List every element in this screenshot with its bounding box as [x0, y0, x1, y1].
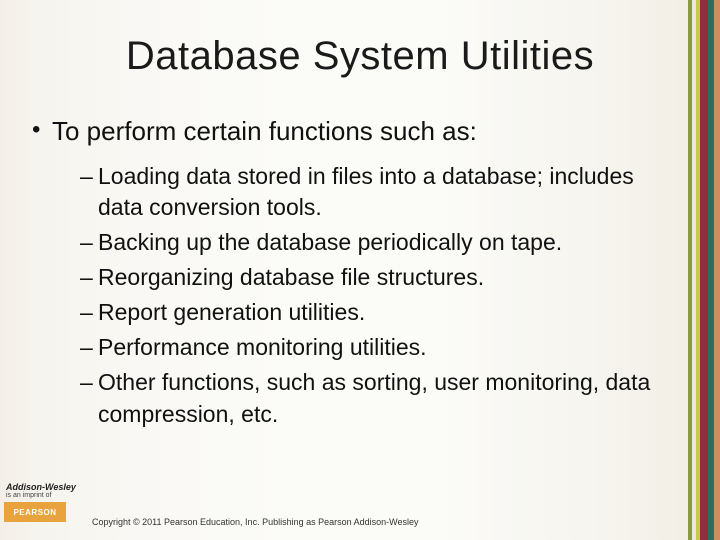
sub-bullets: Loading data stored in files into a data… [30, 161, 660, 429]
bullet-sub: Other functions, such as sorting, user m… [80, 367, 660, 429]
slide-title: Database System Utilities [0, 34, 720, 79]
bullet-sub: Reorganizing database file structures. [80, 262, 660, 293]
bullet-sub: Report generation utilities. [80, 297, 660, 328]
copyright-text: Copyright © 2011 Pearson Education, Inc.… [92, 517, 419, 527]
bullet-main: To perform certain functions such as: [30, 116, 660, 147]
slide-content: To perform certain functions such as: Lo… [30, 116, 660, 434]
pearson-badge: PEARSON [4, 502, 66, 522]
decorative-stripes [688, 0, 720, 540]
imprint-text: is an imprint of [4, 492, 82, 499]
bullet-sub: Backing up the database periodically on … [80, 227, 660, 258]
slide: Database System Utilities To perform cer… [0, 0, 720, 540]
publisher-logo: Addison-Wesley is an imprint of PEARSON [4, 482, 82, 522]
bullet-sub: Performance monitoring utilities. [80, 332, 660, 363]
addison-wesley-text: Addison-Wesley [4, 482, 82, 492]
bullet-sub: Loading data stored in files into a data… [80, 161, 660, 223]
